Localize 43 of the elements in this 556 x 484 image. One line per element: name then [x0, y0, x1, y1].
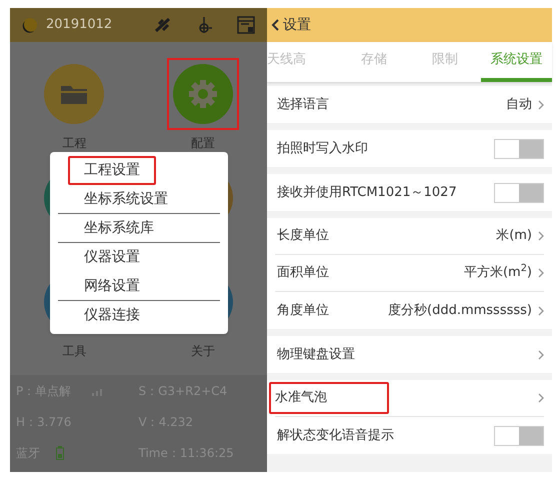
antenna-icon[interactable] — [197, 15, 213, 35]
back-button[interactable]: 设置 — [271, 14, 311, 36]
date-label: 20191012 — [46, 16, 112, 34]
menu-item[interactable]: 仪器设置 — [68, 243, 156, 272]
app-label: 配置 — [190, 135, 215, 152]
setting-label: 解状态变化语音提示 — [276, 426, 395, 445]
setting-label: 水准气泡 — [269, 382, 389, 414]
setting-label: 角度单位 — [276, 302, 330, 320]
menu-item[interactable]: 工程设置 — [68, 156, 156, 185]
setting-value: 度分秒(ddd.mmssssss) — [388, 302, 532, 320]
settings-icon — [186, 78, 219, 110]
app-label: 工程 — [62, 135, 86, 152]
window-icon[interactable] — [237, 16, 255, 34]
menu-item[interactable]: 网络设置 — [68, 272, 156, 300]
toggle-switch[interactable] — [494, 182, 544, 202]
setting-label: 长度单位 — [276, 227, 330, 246]
menu-item[interactable]: 坐标系统设置 — [68, 184, 184, 214]
app-label: 关于 — [190, 343, 215, 360]
setting-label: 面积单位 — [276, 264, 330, 282]
chevron-icon[interactable] — [538, 100, 544, 110]
chevron-icon[interactable] — [538, 306, 544, 316]
setting-label: 拍照时写入水印 — [276, 140, 369, 158]
menu-item[interactable]: 仪器连接 — [68, 301, 156, 330]
chevron-icon[interactable] — [538, 350, 544, 360]
setting-label: 选择语言 — [276, 96, 330, 114]
setting-value: 米(m) — [496, 227, 532, 246]
chevron-icon[interactable] — [538, 231, 544, 241]
logo-icon — [22, 17, 38, 33]
chevron-icon[interactable] — [538, 268, 544, 278]
setting-value: 自动 — [506, 96, 532, 114]
chevron-icon[interactable] — [538, 393, 544, 403]
tab[interactable]: 系统设置 — [480, 42, 552, 82]
battery-icon — [56, 446, 64, 460]
toggle-switch[interactable] — [494, 426, 544, 446]
setting-value: 平方米(m$^{2}$) — [464, 263, 532, 282]
app-label: 工具 — [62, 343, 86, 360]
back-icon — [271, 19, 279, 31]
setting-label: 接收并使用RTCM1021～1027 — [276, 184, 458, 202]
toggle-switch[interactable] — [494, 138, 544, 158]
folder-icon — [60, 83, 88, 105]
setting-label: 物理键盘设置 — [276, 346, 356, 364]
menu-item[interactable]: 坐标系统库 — [68, 214, 170, 242]
satellite-icon[interactable] — [153, 16, 173, 34]
